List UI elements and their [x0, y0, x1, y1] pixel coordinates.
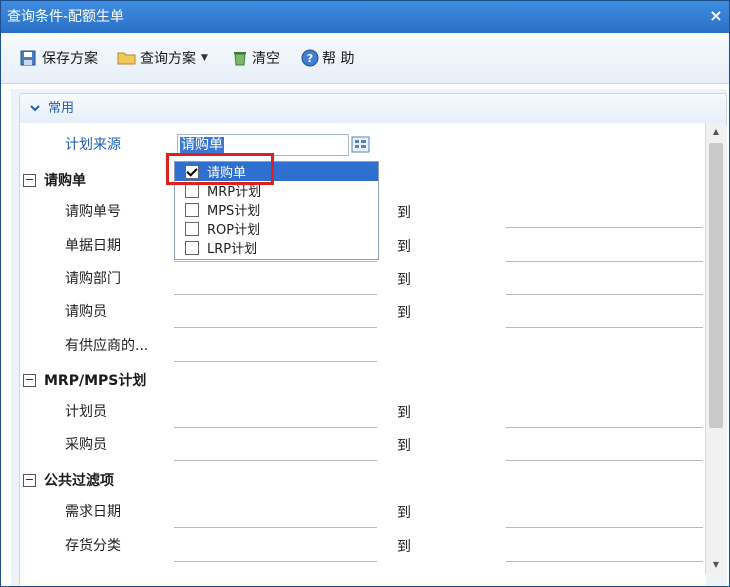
option-label: 请购单 — [207, 166, 247, 181]
plan-source-label: 计划来源 — [65, 137, 121, 153]
planner-to-input[interactable] — [506, 427, 703, 428]
query-scheme-button[interactable]: 查询方案 ▼ — [117, 47, 208, 69]
save-icon — [20, 50, 36, 66]
save-scheme-label: 保存方案 — [42, 51, 98, 67]
clear-button[interactable]: 清空 — [231, 47, 280, 69]
field-planner-label: 计划员 — [65, 404, 107, 420]
chevron-down-icon: ▼ — [201, 53, 208, 63]
option-mrp[interactable]: MRP计划 — [175, 181, 378, 200]
title-bar: 查询条件-配额生单 × — [1, 1, 729, 33]
checkbox[interactable] — [185, 202, 199, 217]
to-label: 到 — [397, 205, 411, 221]
field-inv-class-label: 存货分类 — [65, 538, 121, 554]
inv-class-to-input[interactable] — [506, 561, 703, 562]
option-lrp[interactable]: LRP计划 — [175, 238, 378, 257]
clear-label: 清空 — [252, 51, 280, 67]
to-label: 到 — [397, 239, 411, 255]
query-scheme-label: 查询方案 — [140, 51, 196, 67]
collapse-icon[interactable]: − — [23, 173, 36, 187]
field-doc-date-label: 单据日期 — [65, 238, 121, 254]
save-scheme-button[interactable]: 保存方案 — [19, 47, 98, 69]
to-label: 到 — [397, 305, 411, 321]
query-dialog: 查询条件-配额生单 × 保存方案 查询方案 ▼ 清空 ? 帮 助 常用 ▲ ▼ … — [0, 0, 730, 587]
group-common-title: 公共过滤项 — [44, 473, 114, 489]
field-need-date-label: 需求日期 — [65, 504, 121, 520]
option-label: LRP计划 — [207, 242, 258, 257]
toolbar: 保存方案 查询方案 ▼ 清空 ? 帮 助 — [1, 33, 729, 84]
collapse-icon[interactable]: − — [23, 373, 36, 387]
group-requisition[interactable]: − 请购单 — [23, 170, 86, 190]
option-rop[interactable]: ROP计划 — [175, 219, 378, 238]
to-label: 到 — [397, 539, 411, 555]
option-label: ROP计划 — [207, 223, 261, 238]
scroll-up-arrow-icon[interactable]: ▲ — [706, 123, 726, 141]
field-requisition-number-label: 请购单号 — [65, 204, 121, 220]
section-header-common[interactable]: 常用 — [19, 93, 727, 125]
group-mrp-title: MRP/MPS计划 — [44, 373, 147, 389]
planner-from-input[interactable] — [174, 427, 377, 428]
help-button[interactable]: ? 帮 助 — [301, 47, 354, 69]
grid-select-icon[interactable] — [351, 135, 371, 155]
plan-source-dropdown: 请购单 MRP计划 MPS计划 ROP计划 LRP计划 — [174, 161, 379, 260]
requester-to-input[interactable] — [506, 327, 703, 328]
checkbox[interactable] — [185, 240, 199, 255]
plan-source-value: 请购单 — [180, 137, 224, 153]
folder-icon — [117, 52, 136, 65]
option-label: MRP计划 — [207, 185, 262, 200]
requester-from-input[interactable] — [174, 327, 377, 328]
buyer-from-input[interactable] — [174, 460, 377, 461]
field-has-supplier-label: 有供应商的... — [65, 338, 149, 354]
has-supplier-input[interactable] — [174, 361, 377, 362]
requisition-number-to-input[interactable] — [506, 227, 703, 228]
to-label: 到 — [397, 438, 411, 454]
svg-text:?: ? — [307, 52, 313, 65]
option-label: MPS计划 — [207, 204, 261, 219]
buyer-to-input[interactable] — [506, 460, 703, 461]
vertical-scrollbar[interactable]: ▲ ▼ — [705, 123, 726, 574]
collapse-icon[interactable]: − — [23, 473, 36, 487]
doc-date-from-input[interactable] — [174, 261, 377, 262]
field-dept-label: 请购部门 — [65, 271, 121, 287]
checkbox[interactable] — [185, 183, 199, 198]
to-label: 到 — [397, 272, 411, 288]
chevron-down-icon — [30, 105, 40, 112]
clear-icon — [234, 52, 246, 66]
field-buyer-label: 采购员 — [65, 437, 107, 453]
plan-source-input[interactable]: 请购单 — [177, 134, 349, 156]
section-title: 常用 — [48, 101, 75, 116]
close-button[interactable]: × — [707, 7, 725, 25]
group-requisition-title: 请购单 — [44, 173, 86, 189]
to-label: 到 — [397, 505, 411, 521]
scroll-down-arrow-icon[interactable]: ▼ — [706, 556, 726, 574]
dept-to-input[interactable] — [506, 294, 703, 295]
need-date-from-input[interactable] — [174, 527, 377, 528]
help-icon: ? — [301, 49, 319, 67]
group-mrp-mps[interactable]: − MRP/MPS计划 — [23, 370, 146, 390]
checkbox[interactable] — [185, 221, 199, 236]
scrollbar-thumb[interactable] — [709, 143, 723, 428]
to-label: 到 — [397, 405, 411, 421]
group-common-filter[interactable]: − 公共过滤项 — [23, 470, 114, 490]
field-requester-label: 请购员 — [65, 304, 107, 320]
checkbox-checked[interactable] — [185, 164, 199, 179]
need-date-to-input[interactable] — [506, 527, 703, 528]
option-requisition[interactable]: 请购单 — [175, 162, 378, 181]
dept-from-input[interactable] — [174, 294, 377, 295]
doc-date-to-input[interactable] — [506, 261, 703, 262]
dialog-title: 查询条件-配额生单 — [7, 9, 125, 25]
help-label: 帮 助 — [322, 51, 355, 67]
inv-class-from-input[interactable] — [174, 561, 377, 562]
option-mps[interactable]: MPS计划 — [175, 200, 378, 219]
